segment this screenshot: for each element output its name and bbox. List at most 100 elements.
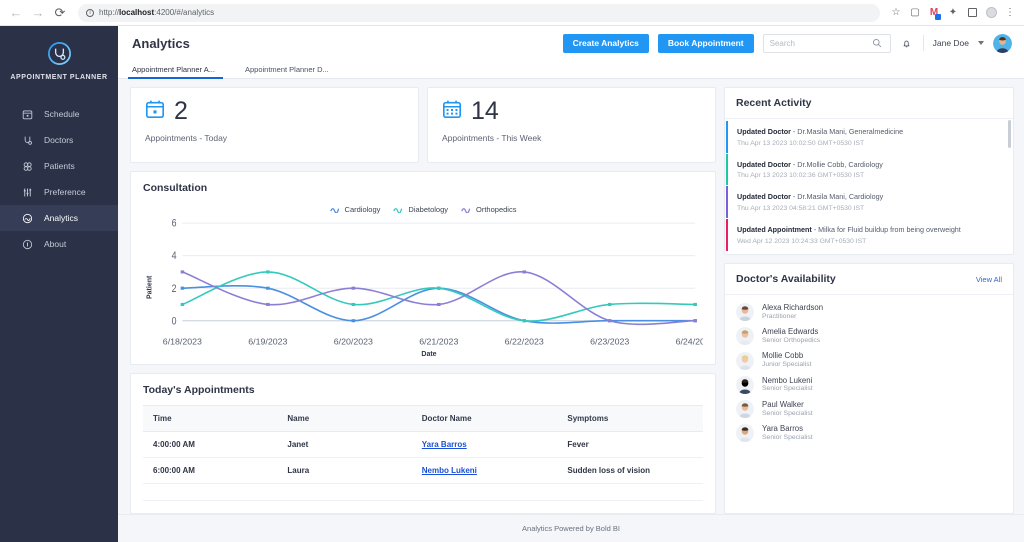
cell-symptoms: Sudden loss of vision bbox=[557, 458, 703, 484]
legend-item[interactable]: Orthopedics bbox=[461, 205, 516, 214]
dashboard-right-column: Recent Activity Updated Doctor - Dr.Masi… bbox=[724, 87, 1014, 514]
create-analytics-button[interactable]: Create Analytics bbox=[563, 34, 649, 53]
legend-item[interactable]: Cardiology bbox=[330, 205, 381, 214]
doctor-info: Alexa RichardsonPractitioner bbox=[762, 303, 823, 321]
data-point[interactable] bbox=[608, 319, 612, 322]
reload-icon[interactable]: ⟳ bbox=[52, 5, 68, 21]
stethoscope-icon bbox=[22, 135, 33, 146]
avatar[interactable] bbox=[993, 34, 1012, 53]
data-point[interactable] bbox=[266, 303, 270, 306]
list-item[interactable]: Alexa RichardsonPractitioner bbox=[725, 300, 1013, 324]
sidebar-item-preference[interactable]: Preference bbox=[0, 179, 118, 205]
forward-arrow-icon[interactable]: → bbox=[30, 5, 46, 21]
data-point[interactable] bbox=[522, 319, 526, 322]
data-point[interactable] bbox=[522, 270, 526, 273]
doctor-info: Nembo LukeniSenior Specialist bbox=[762, 376, 813, 394]
kpi-value: 14 bbox=[471, 99, 499, 124]
data-point[interactable] bbox=[181, 270, 185, 273]
data-point[interactable] bbox=[266, 287, 270, 290]
data-point[interactable] bbox=[352, 287, 356, 290]
calendar-icon bbox=[22, 109, 33, 120]
doctors-availability-header: Doctor's Availability View All bbox=[725, 264, 1013, 295]
sidebar-item-analytics[interactable]: Analytics bbox=[0, 205, 118, 231]
legend-marker-icon bbox=[393, 206, 404, 213]
profile-icon[interactable] bbox=[985, 7, 997, 19]
activity-action: Updated Doctor bbox=[737, 192, 791, 201]
camera-icon[interactable]: ▢ bbox=[909, 7, 921, 19]
activity-item[interactable]: Updated Appointment - Milka for Fluid bu… bbox=[726, 219, 1013, 251]
notification-bell-icon[interactable] bbox=[900, 36, 914, 50]
search-input[interactable] bbox=[770, 39, 871, 48]
recent-activity-list: Updated Doctor - Dr.Masila Mani, General… bbox=[725, 119, 1013, 254]
sidebar-item-label: Doctors bbox=[44, 136, 73, 145]
cell-empty bbox=[412, 484, 558, 501]
back-arrow-icon[interactable]: ← bbox=[8, 5, 24, 21]
sidebar-item-about[interactable]: About bbox=[0, 231, 118, 257]
activity-text: Updated Doctor - Dr.Masila Mani, Cardiol… bbox=[737, 192, 1003, 202]
kpi-card-today: 2 Appointments - Today bbox=[130, 87, 419, 163]
data-point[interactable] bbox=[266, 270, 270, 273]
kpi-card-week: 14 Appointments - This Week bbox=[427, 87, 716, 163]
sidebar-item-doctors[interactable]: Doctors bbox=[0, 127, 118, 153]
doctor-role: Senior Specialist bbox=[762, 434, 813, 442]
kpi-value: 2 bbox=[174, 99, 188, 124]
data-point[interactable] bbox=[693, 319, 697, 322]
data-point[interactable] bbox=[693, 303, 697, 306]
data-point[interactable] bbox=[608, 303, 612, 306]
activity-scrollbar[interactable] bbox=[1008, 118, 1011, 250]
activity-action: Updated Appointment bbox=[737, 225, 812, 234]
data-point[interactable] bbox=[181, 287, 185, 290]
chevron-down-icon[interactable] bbox=[978, 41, 984, 45]
activity-item[interactable]: Updated Doctor - Dr.Masila Mani, Cardiol… bbox=[726, 186, 1013, 218]
activity-text: Updated Doctor - Dr.Mollie Cobb, Cardiol… bbox=[737, 160, 1003, 170]
sidebar-item-schedule[interactable]: Schedule bbox=[0, 101, 118, 127]
kebab-menu-icon[interactable]: ⋮ bbox=[1004, 7, 1016, 19]
tab-appointment-planner-d[interactable]: Appointment Planner D... bbox=[245, 65, 341, 78]
legend-item[interactable]: Diabetology bbox=[393, 205, 448, 214]
list-item[interactable]: Nembo LukeniSenior Specialist bbox=[725, 373, 1013, 397]
list-item[interactable]: Paul WalkerSenior Specialist bbox=[725, 397, 1013, 421]
activity-scroll-thumb[interactable] bbox=[1008, 120, 1011, 148]
view-all-link[interactable]: View All bbox=[976, 275, 1002, 284]
data-point[interactable] bbox=[437, 287, 441, 290]
doctor-name: Paul Walker bbox=[762, 400, 813, 410]
consultation-chart-card: Consultation CardiologyDiabetologyOrthop… bbox=[130, 171, 716, 365]
doctor-role: Senior Orthopedics bbox=[762, 337, 820, 345]
cell-empty bbox=[557, 484, 703, 501]
doctor-link[interactable]: Nembo Lukeni bbox=[422, 466, 477, 475]
activity-detail: - Milka for Fluid buildup from being ove… bbox=[812, 225, 961, 234]
search-icon[interactable] bbox=[871, 36, 884, 50]
tab-appointment-planner-a[interactable]: Appointment Planner A... bbox=[132, 65, 227, 78]
sidebar-item-label: Schedule bbox=[44, 110, 79, 119]
doctor-name: Alexa Richardson bbox=[762, 303, 823, 313]
activity-item[interactable]: Updated Doctor - Dr.Mollie Cobb, Cardiol… bbox=[726, 154, 1013, 186]
activity-timestamp: Thu Apr 13 2023 10:02:36 GMT+0530 IST bbox=[737, 172, 1003, 179]
site-info-icon[interactable]: i bbox=[86, 9, 94, 17]
star-icon[interactable]: ☆ bbox=[890, 7, 902, 19]
sidebar-item-patients[interactable]: Patients bbox=[0, 153, 118, 179]
list-item[interactable]: Yara BarrosSenior Specialist bbox=[725, 421, 1013, 445]
todays-appointments-card: Today's Appointments Time Name Doctor Na… bbox=[130, 373, 716, 514]
doctor-name: Nembo Lukeni bbox=[762, 376, 813, 386]
data-point[interactable] bbox=[181, 303, 185, 306]
address-bar[interactable]: i http://localhost:4200/#/analytics bbox=[78, 4, 880, 22]
sidebar-panel-icon[interactable] bbox=[966, 7, 978, 19]
search-box[interactable] bbox=[763, 34, 891, 53]
data-point[interactable] bbox=[352, 319, 356, 322]
list-item[interactable]: Mollie CobbJunior Specialist bbox=[725, 348, 1013, 372]
extension-badge-icon[interactable]: M bbox=[928, 7, 940, 19]
data-point[interactable] bbox=[352, 303, 356, 306]
puzzle-icon[interactable]: ✦ bbox=[947, 7, 959, 19]
doctor-avatar bbox=[736, 376, 754, 394]
doctor-avatar bbox=[736, 352, 754, 370]
book-appointment-button[interactable]: Book Appointment bbox=[658, 34, 754, 53]
column-name: Name bbox=[277, 406, 411, 432]
activity-text: Updated Doctor - Dr.Masila Mani, General… bbox=[737, 127, 1003, 137]
browser-actions: ☆ ▢ M ✦ ⋮ bbox=[890, 7, 1016, 19]
column-symptoms: Symptoms bbox=[557, 406, 703, 432]
activity-item[interactable]: Updated Doctor - Dr.Masila Mani, General… bbox=[726, 121, 1013, 153]
doctor-link[interactable]: Yara Barros bbox=[422, 440, 467, 449]
calendar-day-icon bbox=[145, 99, 165, 124]
data-point[interactable] bbox=[437, 303, 441, 306]
list-item[interactable]: Amelia EdwardsSenior Orthopedics bbox=[725, 324, 1013, 348]
